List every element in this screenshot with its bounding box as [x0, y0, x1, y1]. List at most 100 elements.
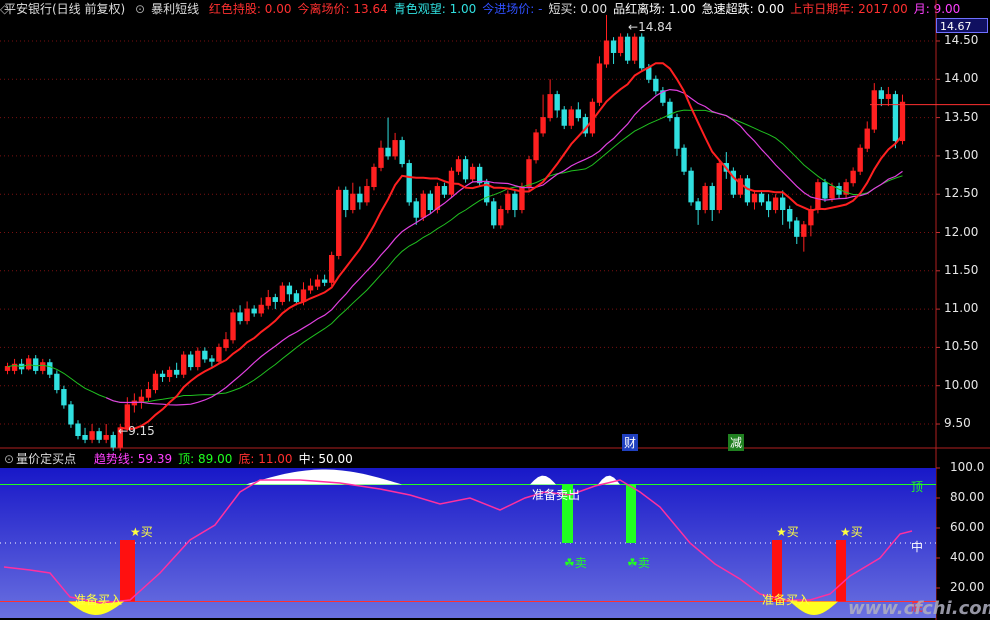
- last-price-box: 14.67: [936, 18, 988, 33]
- candle-body: [639, 36, 645, 69]
- marker-jian[interactable]: 减: [728, 434, 745, 451]
- sub-value-3: 中: 50.00: [298, 452, 353, 466]
- candle-body: [441, 186, 448, 195]
- price-tick-label: 10.00: [944, 377, 979, 392]
- sell-signal-1: ☘卖: [564, 556, 587, 570]
- candle-body: [815, 182, 821, 211]
- candle-body: [575, 109, 582, 119]
- ma-green-line: [7, 109, 903, 404]
- price-tick-label: 10.50: [944, 339, 979, 354]
- sub-collapse-icon[interactable]: ⊙: [4, 452, 14, 466]
- candle-body: [216, 346, 222, 362]
- candle-body: [364, 186, 370, 203]
- candle-body: [307, 285, 314, 291]
- candle-body: [469, 166, 476, 180]
- candle-body: [145, 389, 152, 398]
- candle-body: [857, 147, 863, 172]
- candle-body: [681, 147, 687, 172]
- candle-body: [406, 163, 412, 203]
- sub-label-mid: 中: [911, 540, 924, 554]
- prep-buy-1: 准备买入: [74, 593, 123, 607]
- candle-body: [4, 366, 11, 371]
- candle-body: [899, 101, 906, 142]
- candle-body: [547, 94, 553, 119]
- candle-body: [751, 193, 758, 203]
- candle-body: [300, 289, 307, 302]
- candle-body: [328, 254, 335, 283]
- candle-body: [688, 170, 694, 203]
- high-price-label: ←14.84: [628, 20, 673, 34]
- prep-sell: 准备卖出: [532, 488, 581, 502]
- candle-body: [314, 279, 321, 287]
- candle-body: [357, 193, 363, 203]
- candle-body: [526, 159, 532, 188]
- candle-body: [138, 396, 145, 402]
- candle-body: [209, 358, 215, 362]
- low-price-label: ←9.15: [118, 424, 155, 438]
- sub-value-0: 趋势线: 59.39: [93, 452, 173, 466]
- candle-body: [237, 312, 243, 322]
- candle-body: [223, 339, 229, 348]
- candle-body: [779, 197, 786, 211]
- candle-body: [533, 132, 539, 161]
- price-tick-label: 12.00: [944, 224, 979, 239]
- price-tick-label: 14.50: [944, 32, 979, 47]
- sub-tick-label: 80.00: [950, 490, 985, 504]
- candle-body: [885, 94, 892, 99]
- candle-body: [413, 201, 419, 218]
- candle-body: [716, 163, 722, 211]
- price-tick-label: 11.50: [944, 262, 979, 277]
- candle-body: [794, 220, 800, 237]
- candle-body: [89, 431, 95, 440]
- candle-body: [279, 285, 286, 302]
- candle-body: [350, 193, 356, 211]
- ma-magenta-line: [105, 88, 903, 406]
- sell-bar: [626, 484, 636, 543]
- candle-body: [765, 201, 772, 211]
- sub-title[interactable]: 量价定买点: [16, 452, 76, 466]
- candle-body: [152, 373, 159, 391]
- candle-body: [476, 166, 483, 184]
- candle-body: [385, 147, 391, 157]
- candle-body: [371, 166, 377, 188]
- sub-tick-label: 20.00: [950, 580, 985, 594]
- candle-body: [33, 358, 39, 371]
- last-price: 14.67: [940, 20, 972, 33]
- candle-body: [272, 297, 278, 302]
- candle-body: [772, 197, 779, 211]
- marker-cai[interactable]: 财: [622, 434, 639, 451]
- candle-body: [427, 193, 434, 211]
- price-tick-label: 13.00: [944, 147, 979, 162]
- candle-body: [596, 63, 603, 103]
- candle-body: [195, 350, 201, 368]
- sub-value-2: 底: 11.00: [238, 452, 293, 466]
- candle-body: [230, 312, 236, 341]
- candle-body: [709, 186, 715, 211]
- sell-signal-2: ☘卖: [627, 556, 650, 570]
- buy-signal-1: ★买: [130, 525, 153, 539]
- candle-body: [561, 109, 567, 126]
- candle-body: [850, 170, 856, 184]
- candle-body: [653, 78, 659, 92]
- candle-body: [540, 117, 546, 134]
- candle-body: [181, 354, 187, 375]
- candle-body: [603, 40, 610, 65]
- price-tick-label: 9.50: [944, 416, 971, 431]
- candle-body: [188, 354, 194, 368]
- candle-body: [47, 362, 53, 375]
- sub-header: ⊙ 量价定买点 趋势线: 59.39 顶: 89.00 底: 11.00 中: 50.0…: [4, 450, 365, 468]
- candle-body: [864, 128, 870, 149]
- prep-buy-2: 准备买入: [762, 593, 811, 607]
- candle-body: [892, 94, 899, 142]
- candle-body: [787, 209, 793, 222]
- candle-body: [702, 186, 708, 211]
- candle-body: [808, 209, 814, 226]
- watermark: www.cfchi.com: [848, 598, 990, 619]
- candle-body: [822, 182, 828, 199]
- candle-body: [674, 117, 680, 149]
- candle-body: [491, 201, 497, 226]
- candle-body: [82, 435, 88, 440]
- candle-body: [420, 193, 426, 218]
- candle-body: [632, 36, 638, 61]
- buy-signal-3: ★买: [840, 525, 863, 539]
